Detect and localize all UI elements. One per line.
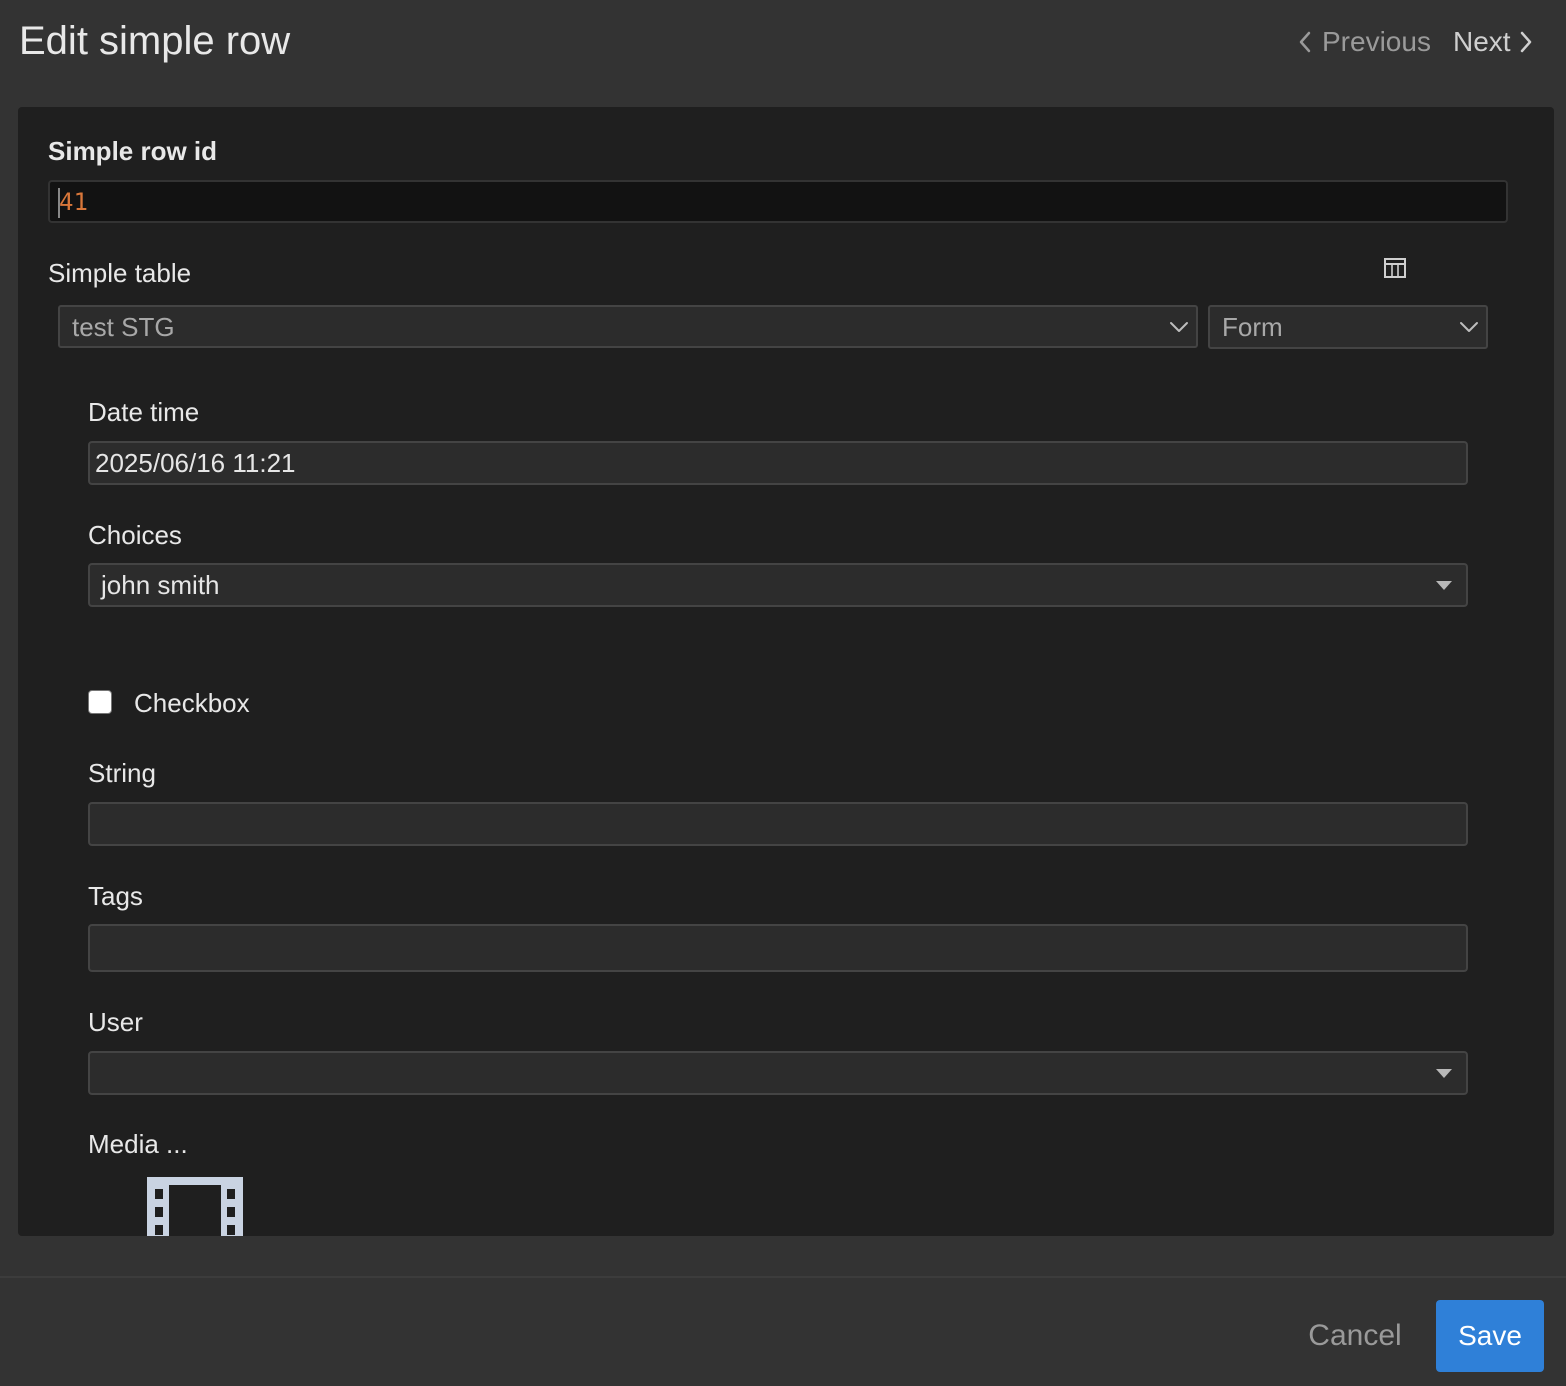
edit-row-dialog: Edit simple row Previous Next Simple row… xyxy=(0,0,1566,1386)
date-time-value: 2025/06/16 11:21 xyxy=(95,448,296,478)
previous-button[interactable]: Previous xyxy=(1298,20,1431,64)
user-select[interactable] xyxy=(88,1051,1468,1095)
checkbox-input[interactable] xyxy=(88,690,112,714)
cancel-button[interactable]: Cancel xyxy=(1290,1300,1420,1372)
view-mode-select[interactable]: Form xyxy=(1208,305,1488,349)
chevron-down-icon xyxy=(1460,322,1478,332)
simple-table-select[interactable]: test STG xyxy=(58,305,1198,348)
caret-down-icon xyxy=(1436,581,1452,590)
chevron-down-icon xyxy=(1170,322,1188,332)
chevron-left-icon xyxy=(1299,31,1311,53)
previous-label: Previous xyxy=(1322,26,1431,57)
table-icon[interactable] xyxy=(1383,257,1407,284)
date-time-field[interactable]: 2025/06/16 11:21 xyxy=(88,441,1468,485)
row-id-label: Simple row id xyxy=(48,136,218,166)
choices-label: Choices xyxy=(88,520,182,550)
dialog-header: Edit simple row Previous Next xyxy=(0,0,1566,100)
caret-down-icon xyxy=(1436,1069,1452,1078)
media-label: Media ... xyxy=(88,1129,188,1159)
next-button[interactable]: Next xyxy=(1453,20,1533,64)
string-label: String xyxy=(88,758,156,788)
dialog-body: Simple row id 41 Simple table test STG F… xyxy=(18,107,1554,1236)
film-icon[interactable] xyxy=(147,1177,243,1236)
date-time-label: Date time xyxy=(88,397,200,427)
save-button[interactable]: Save xyxy=(1436,1300,1544,1372)
tags-field[interactable] xyxy=(88,924,1468,972)
row-id-field[interactable]: 41 xyxy=(48,180,1508,223)
checkbox-label: Checkbox xyxy=(134,688,250,718)
user-label: User xyxy=(88,1007,143,1037)
simple-table-label: Simple table xyxy=(48,258,192,288)
chevron-right-icon xyxy=(1520,31,1531,53)
choices-select[interactable]: john smith xyxy=(88,563,1468,607)
row-id-value: 41 xyxy=(59,188,88,216)
next-label: Next xyxy=(1453,26,1511,57)
view-mode-value: Form xyxy=(1222,312,1283,342)
simple-table-value: test STG xyxy=(72,312,175,342)
page-title: Edit simple row xyxy=(19,19,291,63)
choices-value: john smith xyxy=(101,570,220,600)
tags-label: Tags xyxy=(88,881,143,911)
dialog-footer: Cancel Save xyxy=(0,1276,1566,1386)
string-field[interactable] xyxy=(88,802,1468,846)
